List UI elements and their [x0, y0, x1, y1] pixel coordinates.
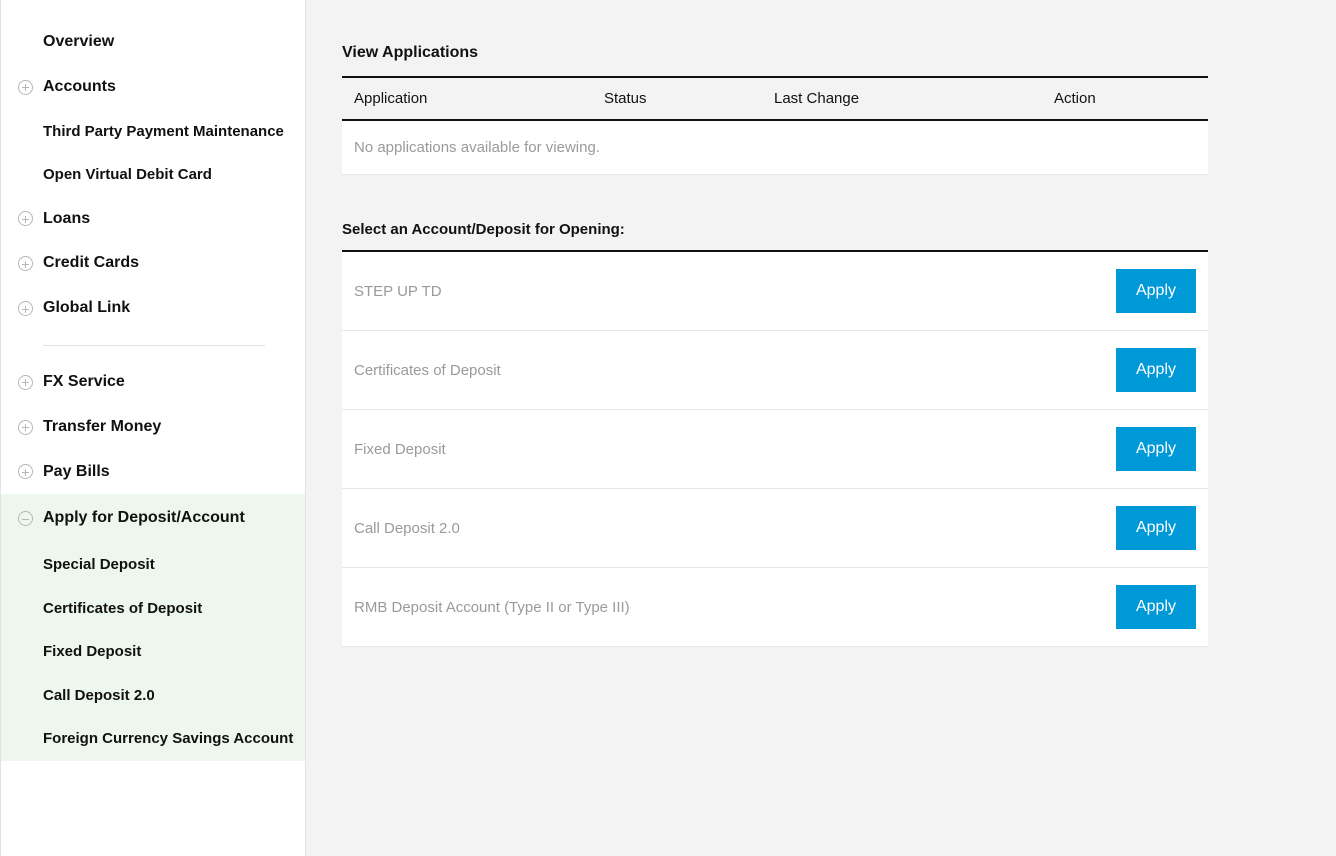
- sidebar-item-label: Fixed Deposit: [43, 642, 141, 662]
- plus-circle-icon: [17, 79, 33, 95]
- view-applications-title: View Applications: [342, 44, 1208, 62]
- sidebar-item-label: Apply for Deposit/Account: [43, 508, 245, 529]
- sidebar: Overview Accounts Third Party Payment Ma…: [0, 0, 306, 856]
- sidebar-item-fixed-deposit[interactable]: Fixed Deposit: [1, 630, 305, 674]
- sidebar-item-label: Call Deposit 2.0: [43, 686, 155, 706]
- sidebar-item-label: Credit Cards: [43, 253, 139, 274]
- sidebar-divider: [43, 345, 265, 346]
- sidebar-item-call-deposit[interactable]: Call Deposit 2.0: [1, 674, 305, 718]
- deposit-option-row: RMB Deposit Account (Type II or Type III…: [342, 567, 1208, 646]
- deposit-option-label: RMB Deposit Account (Type II or Type III…: [354, 599, 630, 616]
- sidebar-item-global-link[interactable]: Global Link: [1, 286, 305, 331]
- deposit-option-row: Call Deposit 2.0 Apply: [342, 488, 1208, 567]
- sidebar-item-label: Accounts: [43, 77, 116, 98]
- sidebar-item-label: Overview: [43, 32, 114, 53]
- apply-button[interactable]: Apply: [1116, 427, 1196, 471]
- sidebar-item-label: Transfer Money: [43, 417, 161, 438]
- column-header-status: Status: [604, 90, 774, 107]
- sidebar-item-credit-cards[interactable]: Credit Cards: [1, 241, 305, 286]
- apply-button[interactable]: Apply: [1116, 585, 1196, 629]
- sidebar-item-label: Third Party Payment Maintenance: [43, 122, 284, 142]
- deposit-option-row: STEP UP TD Apply: [342, 252, 1208, 330]
- sidebar-item-label: Pay Bills: [43, 462, 110, 483]
- applications-table-header: Application Status Last Change Action: [342, 78, 1208, 121]
- sidebar-item-label: Certificates of Deposit: [43, 599, 202, 619]
- sidebar-item-accounts[interactable]: Accounts: [1, 65, 305, 110]
- plus-circle-icon: [17, 256, 33, 272]
- sidebar-item-label: Global Link: [43, 298, 130, 319]
- sidebar-item-special-deposit[interactable]: Special Deposit: [1, 543, 305, 587]
- deposit-option-label: Call Deposit 2.0: [354, 520, 460, 537]
- sidebar-item-open-virtual-debit[interactable]: Open Virtual Debit Card: [1, 153, 305, 197]
- column-header-action: Action: [1054, 90, 1198, 107]
- sidebar-item-loans[interactable]: Loans: [1, 197, 305, 242]
- sidebar-item-certificates-of-deposit[interactable]: Certificates of Deposit: [1, 587, 305, 631]
- main-content: View Applications Application Status Las…: [306, 0, 1336, 856]
- minus-circle-icon: [17, 511, 33, 527]
- sidebar-item-label: Open Virtual Debit Card: [43, 165, 212, 185]
- sidebar-item-fx-service[interactable]: FX Service: [1, 360, 305, 405]
- sidebar-item-overview[interactable]: Overview: [1, 20, 305, 65]
- plus-circle-icon: [17, 419, 33, 435]
- apply-button[interactable]: Apply: [1116, 269, 1196, 313]
- sidebar-item-label: Special Deposit: [43, 555, 155, 575]
- plus-circle-icon: [17, 211, 33, 227]
- sidebar-group-apply-deposit: Apply for Deposit/Account Special Deposi…: [1, 494, 305, 760]
- sidebar-item-third-party-payment[interactable]: Third Party Payment Maintenance: [1, 110, 305, 154]
- sidebar-children: Special Deposit Certificates of Deposit …: [1, 543, 305, 761]
- plus-circle-icon: [17, 464, 33, 480]
- deposit-option-row: Fixed Deposit Apply: [342, 409, 1208, 488]
- sidebar-item-transfer-money[interactable]: Transfer Money: [1, 405, 305, 450]
- sidebar-item-apply-deposit-account[interactable]: Apply for Deposit/Account: [1, 494, 305, 543]
- select-account-title: Select an Account/Deposit for Opening:: [342, 221, 1208, 238]
- column-header-last-change: Last Change: [774, 90, 1054, 107]
- plus-circle-icon: [17, 301, 33, 317]
- deposit-option-label: Fixed Deposit: [354, 441, 446, 458]
- sidebar-item-pay-bills[interactable]: Pay Bills: [1, 450, 305, 495]
- deposit-option-row: Certificates of Deposit Apply: [342, 330, 1208, 409]
- deposit-option-list: STEP UP TD Apply Certificates of Deposit…: [342, 252, 1208, 647]
- sidebar-item-foreign-currency-savings[interactable]: Foreign Currency Savings Account: [1, 717, 305, 761]
- sidebar-item-label: FX Service: [43, 372, 125, 393]
- sidebar-item-label: Foreign Currency Savings Account: [43, 729, 293, 749]
- apply-button[interactable]: Apply: [1116, 506, 1196, 550]
- deposit-option-label: Certificates of Deposit: [354, 362, 501, 379]
- column-header-application: Application: [354, 90, 604, 107]
- plus-circle-icon: [17, 374, 33, 390]
- apply-button[interactable]: Apply: [1116, 348, 1196, 392]
- applications-empty-row: No applications available for viewing.: [342, 121, 1208, 175]
- sidebar-item-label: Loans: [43, 209, 90, 230]
- deposit-option-label: STEP UP TD: [354, 283, 442, 300]
